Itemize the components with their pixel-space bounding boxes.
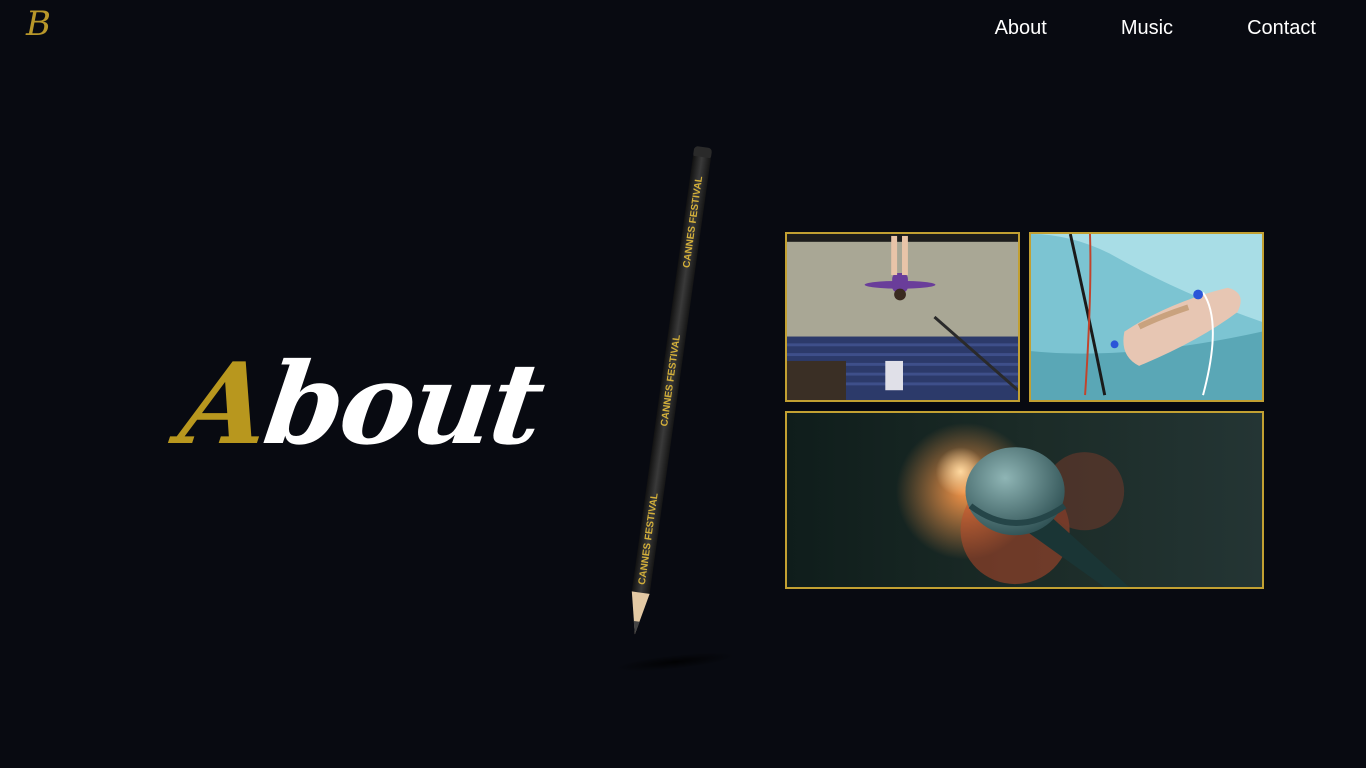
page-title: About [173,339,550,470]
nav-about[interactable]: About [995,16,1047,40]
title-rest: bout [256,339,550,470]
nav-music[interactable]: Music [1121,16,1173,40]
nav-contact[interactable]: Contact [1247,16,1316,40]
microphone-photo[interactable] [785,411,1264,589]
logo[interactable]: B [26,4,51,44]
gymnast-beam-photo[interactable] [785,232,1020,402]
main-nav: About Music Contact [995,16,1316,40]
pencil-image: CANNES FESTIVAL CANNES FESTIVAL CANNES F… [600,140,740,685]
page: B About Music Contact About CANNES FESTI… [0,0,1366,768]
hospital-iv-hand-photo[interactable] [1029,232,1264,402]
